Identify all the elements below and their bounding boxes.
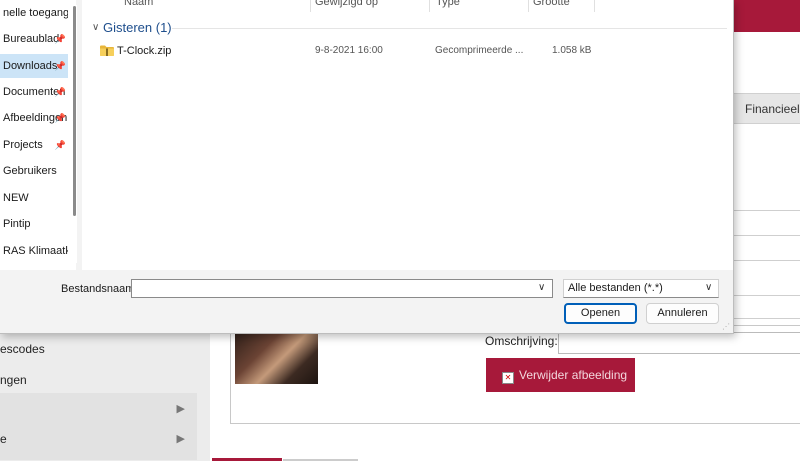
sidebar-item-expandable[interactable]: e ▶	[0, 432, 197, 446]
column-header-size[interactable]: Grootte	[533, 0, 570, 8]
form-divider	[733, 235, 800, 236]
file-size: 1.058 kB	[552, 45, 592, 56]
pin-icon: 📌	[54, 87, 66, 97]
chevron-down-icon[interactable]: ∨	[538, 282, 545, 293]
chevron-right-icon: ▶	[176, 433, 185, 445]
nav-item-label: Bureaublad	[3, 33, 60, 45]
nav-item-label: Projects	[3, 139, 43, 151]
form-divider	[733, 210, 800, 211]
nav-item-label: Pintip	[3, 218, 31, 230]
nav-item-label: RAS Klimaatkast	[3, 245, 68, 257]
sidebar-item-label: ngen	[0, 373, 27, 387]
navigation-pane: nelle toegang Bureaublad 📌 Downloads 📌 Doc…	[0, 0, 76, 270]
delete-image-label: Verwijder afbeelding	[519, 368, 628, 382]
nav-item-projects[interactable]: Projects 📌	[0, 133, 68, 157]
nav-item-downloads[interactable]: Downloads 📌	[0, 54, 68, 78]
form-divider	[733, 318, 800, 319]
description-label: Omschrijving:	[485, 334, 558, 348]
nav-item-label: Downloads	[3, 60, 58, 72]
form-divider	[733, 295, 800, 296]
filename-input[interactable]	[131, 279, 553, 298]
nav-item-users[interactable]: Gebruikers	[0, 159, 68, 183]
file-row[interactable]	[84, 41, 724, 61]
sidebar-item-label: escodes	[0, 342, 45, 356]
column-separator[interactable]	[310, 0, 311, 12]
nav-item-new[interactable]: NEW	[0, 186, 68, 210]
file-type: Gecomprimeerde ...	[435, 45, 524, 56]
column-header-type[interactable]: Type	[436, 0, 460, 8]
nav-scrollbar-thumb[interactable]	[73, 6, 76, 216]
column-separator[interactable]	[594, 0, 595, 12]
column-separator[interactable]	[429, 0, 430, 12]
filename-label: Bestandsnaam:	[61, 283, 138, 295]
nav-item-label: nelle toegang	[3, 7, 68, 19]
sidebar-item-label: e	[0, 432, 7, 446]
column-header-modified[interactable]: Gewijzigd op	[315, 0, 378, 8]
file-modified: 9-8-2021 16:00	[315, 45, 383, 56]
cancel-button[interactable]: Annuleren	[646, 303, 719, 324]
group-divider	[172, 28, 727, 29]
sidebar-item-escodes[interactable]: escodes	[0, 342, 197, 356]
zip-folder-icon	[100, 45, 114, 56]
pin-icon: 📌	[54, 113, 66, 123]
column-separator[interactable]	[528, 0, 529, 12]
pin-icon: 📌	[54, 61, 66, 71]
column-header-name[interactable]: Naam	[124, 0, 153, 8]
resize-grip-icon[interactable]: ⋰	[722, 322, 732, 332]
delete-icon: ✕	[502, 372, 514, 384]
nav-item-label: NEW	[3, 192, 29, 204]
nav-item-label: Gebruikers	[3, 165, 57, 177]
open-button[interactable]: Openen	[564, 303, 637, 324]
product-image	[235, 330, 318, 384]
form-divider	[733, 260, 800, 261]
sidebar-item-ngen[interactable]: ngen	[0, 373, 197, 387]
nav-item-ras-klimaatkast[interactable]: RAS Klimaatkast	[0, 239, 68, 263]
pin-icon: 📌	[54, 140, 66, 150]
filetype-selected: Alle bestanden (*.*)	[568, 282, 663, 294]
nav-item-quick-access[interactable]: nelle toegang	[0, 1, 68, 25]
chevron-right-icon: ▶	[176, 403, 185, 415]
sidebar-submenu-area: ▶ e ▶	[0, 393, 197, 460]
file-open-dialog: nelle toegang Bureaublad 📌 Downloads 📌 Doc…	[0, 0, 734, 334]
pin-icon: 📌	[54, 34, 66, 44]
description-input[interactable]	[558, 332, 800, 354]
filetype-select[interactable]: Alle bestanden (*.*)	[563, 279, 719, 298]
file-name: T-Clock.zip	[117, 45, 172, 57]
delete-image-button[interactable]: ✕ Verwijder afbeelding	[486, 358, 635, 392]
chevron-down-icon[interactable]: ∨	[92, 22, 99, 33]
nav-item-documents[interactable]: Documenten 📌	[0, 80, 68, 104]
tab-financieel[interactable]: Financieel	[733, 93, 800, 124]
nav-item-pintip[interactable]: Pintip	[0, 212, 68, 236]
nav-item-pictures[interactable]: Afbeeldingen 📌	[0, 106, 68, 130]
nav-item-desktop[interactable]: Bureaublad 📌	[0, 27, 68, 51]
chevron-down-icon[interactable]: ∨	[705, 282, 712, 293]
group-header-yesterday[interactable]: Gisteren (1)	[103, 20, 172, 35]
app-header-bar	[730, 0, 800, 32]
